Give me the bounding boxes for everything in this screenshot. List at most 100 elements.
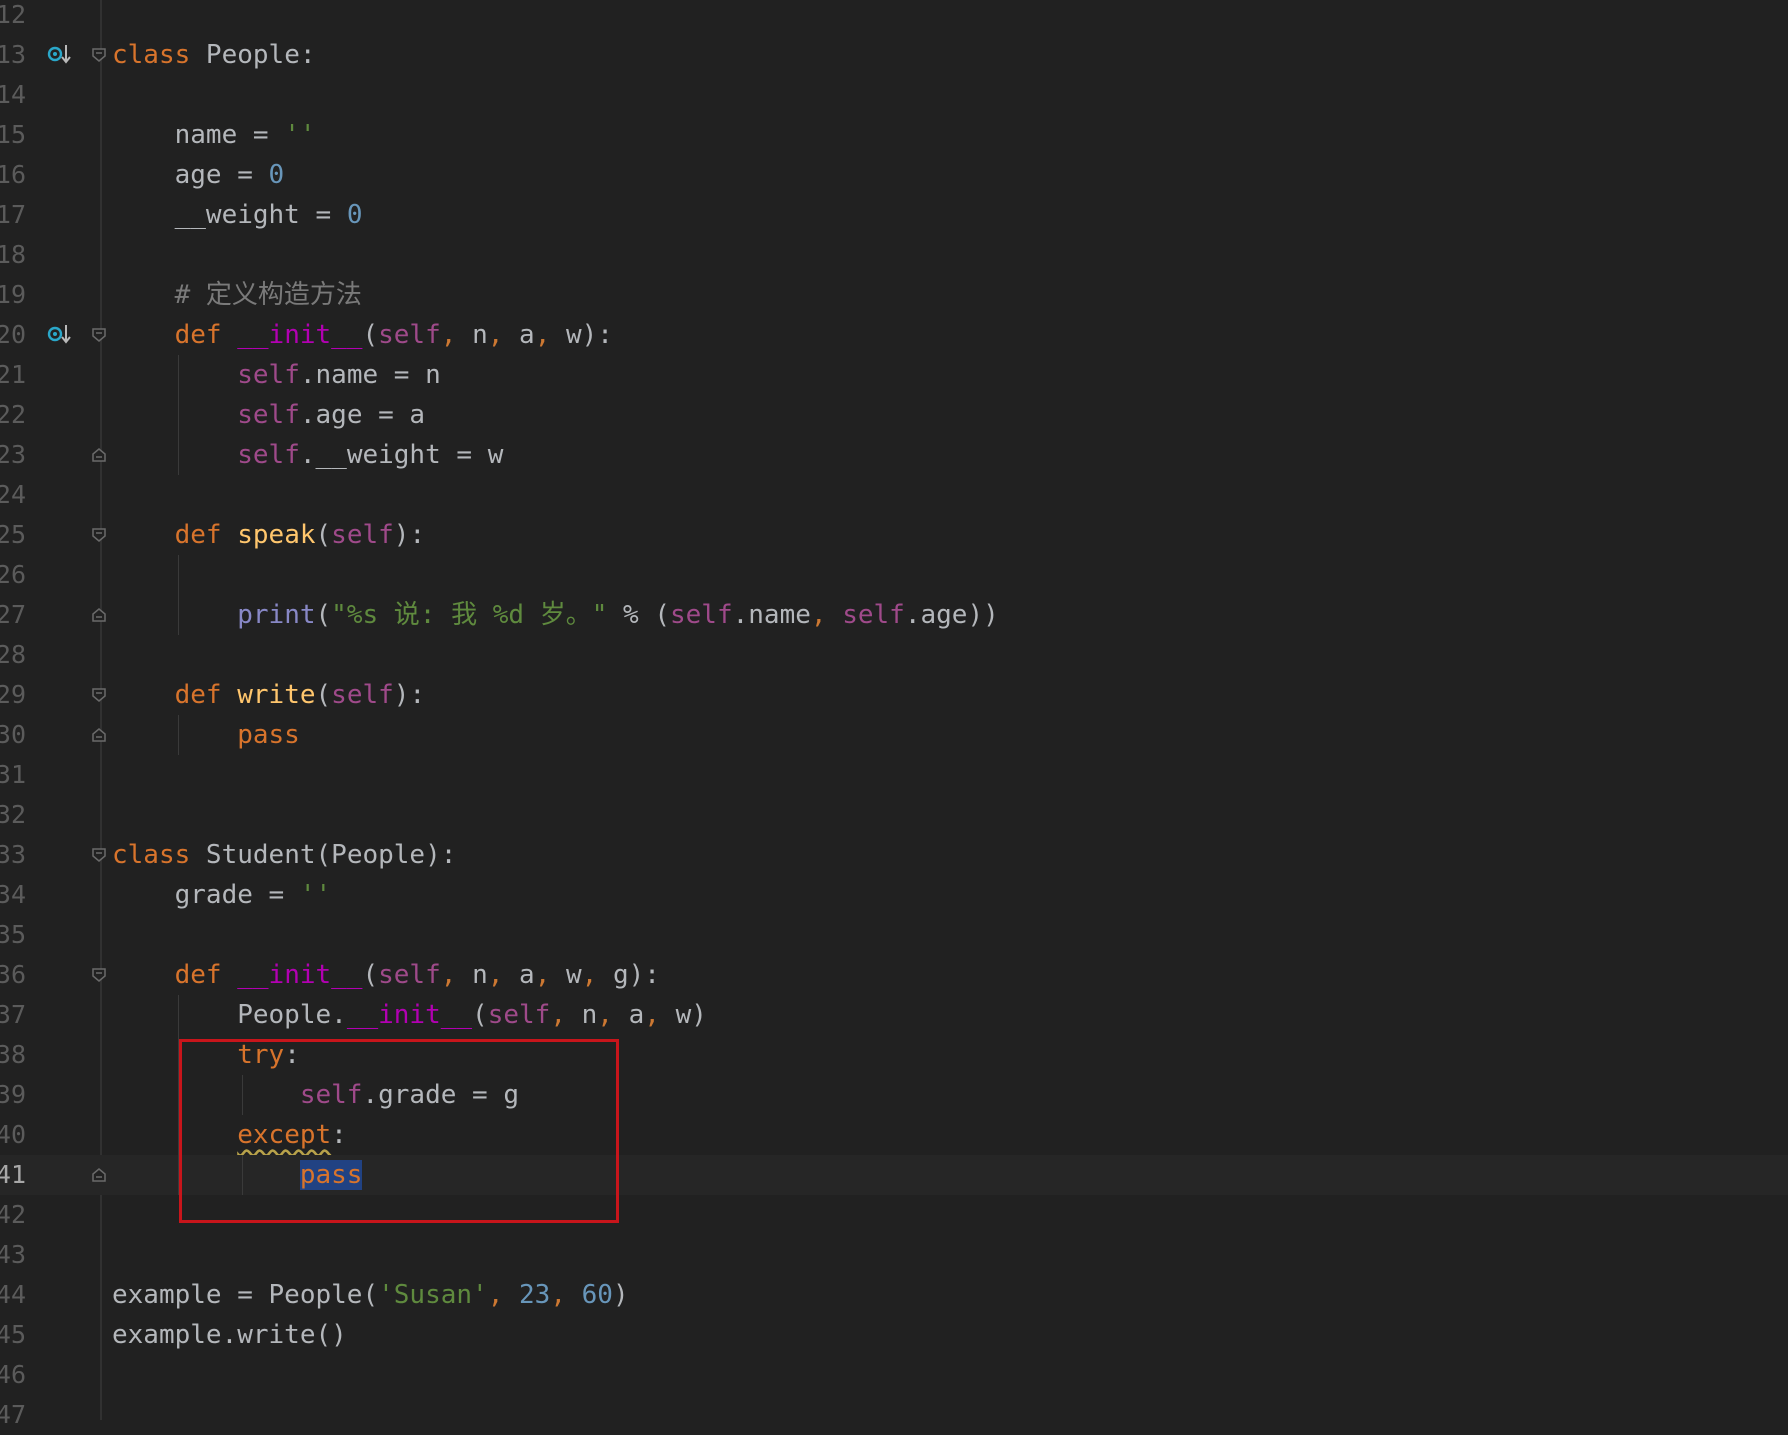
code-token: write (237, 680, 316, 710)
code-line[interactable]: 15 name = '' (0, 115, 1788, 155)
line-code: def speak(self): (112, 515, 426, 555)
code-token: def (112, 320, 238, 350)
line-number: 41 (0, 1160, 26, 1189)
line-code: self.name = n (112, 355, 441, 395)
code-line[interactable]: 23 self.__weight = w (0, 435, 1788, 475)
code-token: self (331, 520, 394, 550)
code-token: 0 (346, 200, 363, 230)
code-token: ( (315, 600, 332, 630)
line-number: 24 (0, 480, 26, 509)
line-number: 21 (0, 360, 26, 389)
line-number: 29 (0, 680, 26, 709)
code-line[interactable]: 34 grade = '' (0, 875, 1788, 915)
code-line[interactable]: 33 class Student(People): (0, 835, 1788, 875)
override-method-icon[interactable] (46, 41, 74, 69)
code-line[interactable]: 37 People.__init__(self, n, a, w) (0, 995, 1788, 1035)
code-line[interactable]: 43 (0, 1235, 1788, 1275)
code-line[interactable]: 22 self.age = a (0, 395, 1788, 435)
code-token: self (237, 400, 300, 430)
code-token: % ( (607, 600, 670, 630)
code-token: __init__ (237, 320, 363, 350)
code-line[interactable]: 21 self.name = n (0, 355, 1788, 395)
code-line[interactable]: 17 __weight = 0 (0, 195, 1788, 235)
code-line[interactable]: 32 (0, 795, 1788, 835)
code-line[interactable]: 14 (0, 75, 1788, 115)
code-line[interactable]: 28 (0, 635, 1788, 675)
code-token: , (440, 320, 473, 350)
code-line[interactable]: 26 (0, 555, 1788, 595)
code-token: w): (566, 320, 613, 350)
fold-close-icon[interactable] (92, 728, 106, 742)
fold-open-icon[interactable] (92, 48, 106, 62)
line-code: self.__weight = w (112, 435, 503, 475)
code-line[interactable]: 27 print("%s 说: 我 %d 岁。" % (self.name, s… (0, 595, 1788, 635)
line-code: self.age = a (112, 395, 425, 435)
override-method-icon[interactable] (46, 321, 74, 349)
code-line[interactable]: 20 def __init__(self, n, a, w): (0, 315, 1788, 355)
indent-guide (178, 355, 179, 475)
code-token: print (237, 600, 316, 630)
line-number: 39 (0, 1080, 26, 1109)
code-line[interactable]: 35 (0, 915, 1788, 955)
fold-open-icon[interactable] (92, 688, 106, 702)
code-line[interactable]: 13 class People: (0, 35, 1788, 75)
code-token: self (331, 680, 394, 710)
code-token: ( (362, 320, 379, 350)
code-line[interactable]: 16 age = 0 (0, 155, 1788, 195)
code-line[interactable]: 30 pass (0, 715, 1788, 755)
code-token: .__weight = w (299, 440, 504, 470)
indent-guide (178, 555, 179, 635)
code-token: self (237, 360, 300, 390)
code-line[interactable]: 19 # 定义构造方法 (0, 275, 1788, 315)
line-number: 12 (0, 0, 26, 29)
line-number: 46 (0, 1360, 26, 1389)
code-line[interactable]: 25 def speak(self): (0, 515, 1788, 555)
line-number: 33 (0, 840, 26, 869)
fold-open-icon[interactable] (92, 848, 106, 862)
code-line[interactable]: 24 (0, 475, 1788, 515)
code-line[interactable]: 46 (0, 1355, 1788, 1395)
line-code: def __init__(self, n, a, w, g): (112, 955, 660, 995)
line-number: 34 (0, 880, 26, 909)
code-token: , (550, 1280, 582, 1310)
code-token: a (519, 960, 535, 990)
code-line[interactable]: 47 (0, 1395, 1788, 1435)
code-token: def (112, 680, 238, 710)
fold-close-icon[interactable] (92, 1168, 106, 1182)
line-code: age = 0 (112, 155, 285, 195)
code-token: .age)) (904, 600, 999, 630)
code-editor[interactable]: 12 13 class People: 14 15 name = '' 16 age = … (0, 0, 1788, 1429)
fold-close-icon[interactable] (92, 448, 106, 462)
code-token: name = (112, 120, 285, 150)
fold-open-icon[interactable] (92, 968, 106, 982)
fold-open-icon[interactable] (92, 328, 106, 342)
line-number: 43 (0, 1240, 26, 1269)
code-token: example = People( (112, 1280, 379, 1310)
code-line[interactable]: 44 example = People('Susan', 23, 60) (0, 1275, 1788, 1315)
code-token: Student(People): (190, 840, 457, 870)
code-token: 0 (268, 160, 285, 190)
code-token: 23 (519, 1280, 551, 1310)
code-token: n (472, 960, 488, 990)
line-code: def write(self): (112, 675, 426, 715)
code-token: class (112, 40, 191, 70)
code-token: "%s 说: 我 %d 岁。" (331, 600, 608, 630)
code-line[interactable]: 29 def write(self): (0, 675, 1788, 715)
code-token: '' (284, 120, 316, 150)
code-line[interactable]: 31 (0, 755, 1788, 795)
code-line[interactable]: 18 (0, 235, 1788, 275)
fold-open-icon[interactable] (92, 528, 106, 542)
code-token: self (378, 960, 441, 990)
fold-close-icon[interactable] (92, 608, 106, 622)
code-line[interactable]: 36 def __init__(self, n, a, w, g): (0, 955, 1788, 995)
line-number: 22 (0, 400, 26, 429)
line-number: 35 (0, 920, 26, 949)
line-number: 20 (0, 320, 26, 349)
code-token: , (534, 320, 566, 350)
code-line[interactable]: 12 (0, 0, 1788, 35)
line-number: 18 (0, 240, 26, 269)
code-line[interactable]: 45 example.write() (0, 1315, 1788, 1355)
code-token: '' (299, 880, 332, 910)
